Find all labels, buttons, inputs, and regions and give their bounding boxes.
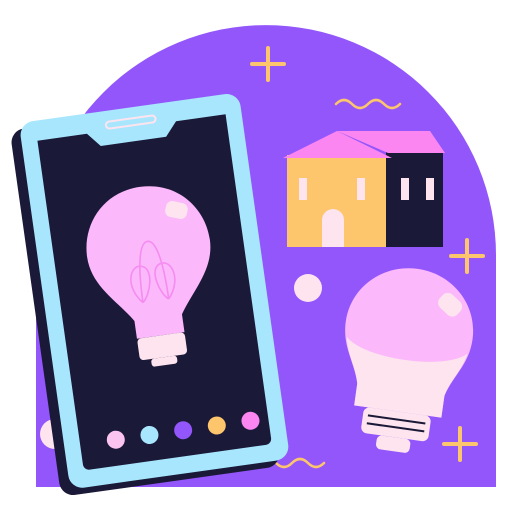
smart-home-illustration <box>0 0 512 512</box>
decorative-dot <box>294 274 322 302</box>
illustration-canvas <box>11 25 496 496</box>
house-icon <box>283 131 445 247</box>
